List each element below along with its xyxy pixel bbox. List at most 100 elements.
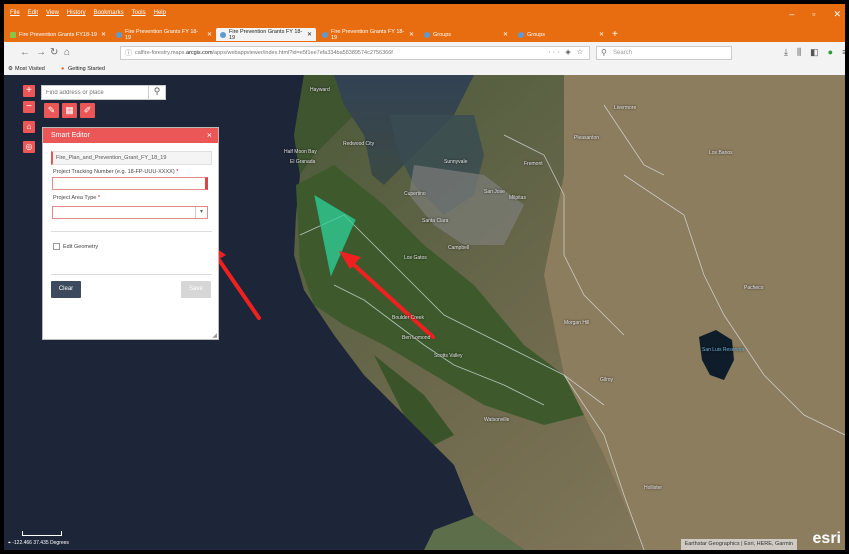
map-search-input[interactable] <box>46 87 142 98</box>
place-label: Campbell <box>448 245 470 251</box>
place-label: Gilroy <box>600 377 614 383</box>
favicon-icon <box>220 31 226 38</box>
bookmarks-toolbar: ⚙ Most Visited ● Getting Started <box>4 64 845 75</box>
place-label: Livermore <box>614 105 637 111</box>
divider <box>51 274 212 275</box>
smart-editor-panel: Smart Editor × Fire_Plan_and_Prevention_… <box>42 127 219 340</box>
close-window-icon[interactable]: ✕ <box>833 9 841 20</box>
tab-5[interactable]: Groups ✕ <box>420 28 512 41</box>
close-tab-icon[interactable]: ✕ <box>599 31 604 38</box>
resize-handle-icon[interactable]: ◢ <box>212 332 217 339</box>
minimize-icon[interactable]: – <box>789 9 794 20</box>
map-attribution: Earthstar Geographics | Esri, HERE, Garm… <box>680 539 797 550</box>
place-label: Sunnyvale <box>444 159 468 165</box>
esri-logo: esri <box>812 530 841 547</box>
menu-view[interactable]: View <box>46 10 59 16</box>
place-label: Cupertino <box>404 191 426 197</box>
library-icon[interactable]: ⫼ <box>797 47 801 58</box>
bookmark-most-visited[interactable]: Most Visited <box>15 66 45 72</box>
favicon-icon <box>424 31 430 38</box>
zoom-in-button[interactable]: + <box>23 85 35 97</box>
back-icon[interactable]: ← <box>20 47 30 58</box>
tab-label: Fire Prevention Grants FY18-19 <box>19 31 97 38</box>
menu-bookmarks[interactable]: Bookmarks <box>94 10 124 16</box>
browser-search-input[interactable]: ⚲ Search <box>596 46 732 60</box>
map-view[interactable]: Hayward Redwood City Half Moon Bay Sunny… <box>4 75 845 550</box>
tab-1[interactable]: Fire Prevention Grants FY18-19 ✕ <box>6 28 110 41</box>
place-label: Half Moon Bay <box>284 149 317 155</box>
close-tab-icon[interactable]: ✕ <box>101 31 106 38</box>
home-extent-button[interactable]: ⌂ <box>23 121 35 133</box>
close-tab-icon[interactable]: ✕ <box>307 31 312 38</box>
chevron-down-icon[interactable]: ▾ <box>195 207 207 218</box>
place-label: Hollister <box>644 485 663 491</box>
field-label-area-type: Project Area Type * <box>53 195 100 201</box>
page-actions-icon[interactable]: ··· ◈ ☆ <box>548 48 585 56</box>
zoom-out-button[interactable]: − <box>23 101 35 113</box>
place-label: Los Banos <box>709 150 733 156</box>
close-tab-icon[interactable]: ✕ <box>409 31 414 38</box>
search-icon[interactable]: ⚲ <box>148 86 165 99</box>
close-icon[interactable]: × <box>207 130 212 140</box>
area-type-label-text: Project Area Type <box>53 195 97 201</box>
required-mark: * <box>97 195 100 201</box>
favicon-icon <box>322 31 328 38</box>
menu-file[interactable]: File <box>10 10 20 16</box>
url-domain: arcgis.com <box>185 50 213 56</box>
grid-icon[interactable]: ▦ <box>62 103 77 118</box>
bookmark-gear-icon: ⚙ <box>8 66 13 72</box>
place-label: Boulder Creek <box>392 315 424 321</box>
place-label: Milpitas <box>509 195 526 201</box>
reload-icon[interactable]: ↻ <box>50 47 58 58</box>
menu-tools[interactable]: Tools <box>132 10 146 16</box>
download-icon[interactable]: ⤓ <box>784 47 788 58</box>
tracking-number-input[interactable] <box>52 177 208 190</box>
edit-pencil-button[interactable]: ✎ <box>44 103 59 118</box>
place-label: San Luis Reservoir <box>702 347 745 353</box>
close-tab-icon[interactable]: ✕ <box>503 31 508 38</box>
home-icon[interactable]: ⌂ <box>64 47 70 58</box>
locate-button[interactable]: ◎ <box>23 141 35 153</box>
sidebar-icon[interactable]: ◧ <box>810 47 819 58</box>
url-bar[interactable]: ⓘ calfire-forestry.maps. arcgis.com/apps/… <box>120 46 590 60</box>
url-path: /apps/webappviewer/index.html?id=e5f1ee7… <box>212 50 393 56</box>
new-tab-icon[interactable]: + <box>612 29 618 40</box>
favicon-icon <box>518 31 524 38</box>
search-icon: ⚲ <box>601 48 607 57</box>
maximize-icon[interactable]: ▫ <box>812 9 815 20</box>
menu-bar: File Edit View History Bookmarks Tools H… <box>4 4 845 26</box>
menu-history[interactable]: History <box>67 10 86 16</box>
place-label: Ben Lomond <box>402 335 431 341</box>
draw-icon[interactable]: ✐ <box>80 103 95 118</box>
extension-icon[interactable]: ● <box>828 47 833 58</box>
checkbox-icon[interactable] <box>53 243 60 250</box>
menu-help[interactable]: Help <box>154 10 166 16</box>
coordinate-text: -122.466 37.435 Degrees <box>12 540 69 546</box>
menu-edit[interactable]: Edit <box>28 10 38 16</box>
coordinate-icon[interactable]: ⌖ <box>8 540 11 546</box>
tab-4[interactable]: Fire Prevention Grants FY 18-19 ✕ <box>318 28 418 41</box>
close-tab-icon[interactable]: ✕ <box>207 31 212 38</box>
tab-3-active[interactable]: Fire Prevention Grants FY 18-19 ✕ <box>216 28 316 41</box>
place-label: Morgan Hill <box>564 320 590 326</box>
place-label: Los Gatos <box>404 255 427 261</box>
area-type-select[interactable]: ▾ <box>52 206 208 219</box>
coordinate-readout: ⌖ -122.466 37.435 Degrees <box>8 540 69 546</box>
layer-name: Fire_Plan_and_Prevention_Grant_FY_18_19 <box>51 151 212 165</box>
tab-6[interactable]: Groups ✕ <box>514 28 608 41</box>
tab-bar: Fire Prevention Grants FY18-19 ✕ Fire Pr… <box>4 26 845 42</box>
place-label: El Granada <box>290 159 316 165</box>
bookmark-getting-started[interactable]: Getting Started <box>68 66 105 72</box>
info-icon[interactable]: ⓘ <box>125 48 132 58</box>
edit-geometry-checkbox[interactable]: Edit Geometry <box>53 243 98 250</box>
clear-button[interactable]: Clear <box>51 281 81 298</box>
tracking-number-label-text: Project Tracking Number (e.g. 18-FP-UUU-… <box>53 169 175 175</box>
browser-window: File Edit View History Bookmarks Tools H… <box>4 4 845 550</box>
tab-2[interactable]: Fire Prevention Grants FY 18-19 ✕ <box>112 28 216 41</box>
place-label: Fremont <box>524 161 543 167</box>
save-button[interactable]: Save <box>181 281 211 298</box>
place-label: Redwood City <box>343 141 375 147</box>
hamburger-menu-icon[interactable]: ≡ <box>842 47 845 58</box>
forward-icon[interactable]: → <box>36 47 46 58</box>
map-search[interactable]: ⚲ <box>41 85 166 100</box>
